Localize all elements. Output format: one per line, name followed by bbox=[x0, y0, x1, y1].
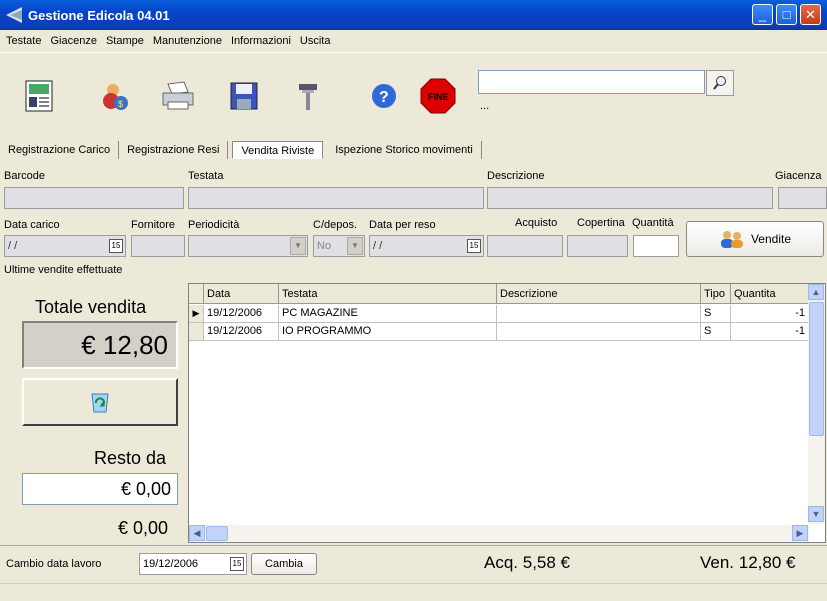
menu-testate[interactable]: Testate bbox=[6, 35, 41, 47]
quantita-field[interactable] bbox=[633, 235, 679, 257]
recycle-bin-icon bbox=[91, 393, 109, 413]
vertical-scroll-thumb[interactable] bbox=[809, 302, 824, 436]
table-row[interactable]: ▶ 19/12/2006 PC MAGAZINE S -1 bbox=[189, 305, 809, 323]
resto-value: € 0,00 bbox=[118, 518, 169, 538]
quantita-label: Quantità bbox=[632, 217, 674, 229]
table-row[interactable]: 19/12/2006 IO PROGRAMMO S -1 bbox=[189, 323, 809, 341]
data-carico-field[interactable]: / / 15 bbox=[4, 235, 126, 257]
people-money-icon[interactable]: $ bbox=[98, 78, 134, 114]
chevron-down-icon[interactable]: ▼ bbox=[347, 237, 363, 255]
menu-informazioni[interactable]: Informazioni bbox=[231, 35, 291, 47]
totale-vendita-label: Totale vendita bbox=[35, 297, 147, 317]
stop-fine-icon[interactable]: FINE bbox=[420, 78, 456, 114]
help-icon[interactable]: ? bbox=[366, 78, 402, 114]
svg-text:$: $ bbox=[118, 99, 123, 109]
row-pointer-icon: ▶ bbox=[189, 305, 204, 323]
giacenza-label: Giacenza bbox=[775, 170, 822, 182]
descrizione-field[interactable] bbox=[487, 187, 773, 209]
testata-field[interactable] bbox=[188, 187, 484, 209]
vendita-total: Ven. 12,80 € bbox=[700, 553, 796, 572]
barcode-field[interactable] bbox=[4, 187, 184, 209]
data-carico-label: Data carico bbox=[4, 219, 60, 231]
window-title: Gestione Edicola 04.01 bbox=[28, 7, 170, 23]
people-icon bbox=[720, 231, 743, 248]
descrizione-label: Descrizione bbox=[487, 170, 545, 182]
app-icon bbox=[6, 7, 22, 23]
tab-registrazione-resi[interactable]: Registrazione Resi bbox=[119, 141, 229, 159]
tools-icon[interactable] bbox=[290, 78, 326, 114]
cambia-button[interactable]: Cambia bbox=[251, 553, 317, 575]
col-testata[interactable]: Testata bbox=[279, 284, 497, 304]
tab-registrazione-carico[interactable]: Registrazione Carico bbox=[0, 141, 120, 159]
title-bar: Gestione Edicola 04.01 bbox=[0, 0, 827, 30]
work-date-field[interactable]: 19/12/2006 15 bbox=[139, 553, 247, 575]
horizontal-scrollbar[interactable]: ◀ ▶ bbox=[189, 525, 809, 542]
totale-vendita-value: € 12,80 bbox=[22, 321, 178, 369]
col-descrizione[interactable]: Descrizione bbox=[497, 284, 701, 304]
calendar-icon[interactable]: 15 bbox=[467, 239, 481, 253]
col-data[interactable]: Data bbox=[204, 284, 279, 304]
cdepos-label: C/depos. bbox=[313, 219, 358, 231]
ultime-vendite-label: Ultime vendite effettuate bbox=[4, 264, 123, 276]
clear-sale-button[interactable] bbox=[22, 378, 178, 426]
calendar-icon[interactable]: 15 bbox=[109, 239, 123, 253]
menu-manutenzione[interactable]: Manutenzione bbox=[153, 35, 222, 47]
vertical-scrollbar[interactable]: ▲ ▼ bbox=[808, 284, 825, 524]
horizontal-scroll-thumb[interactable] bbox=[206, 526, 228, 541]
vendite-button[interactable]: Vendite bbox=[686, 221, 824, 257]
menu-bar: Testate Giacenze Stampe Manutenzione Inf… bbox=[0, 30, 827, 52]
chevron-down-icon[interactable]: ▼ bbox=[290, 237, 306, 255]
cdepos-select[interactable]: No ▼ bbox=[313, 235, 365, 257]
periodicita-label: Periodicità bbox=[188, 219, 240, 231]
tab-bar: Registrazione Carico Registrazione Resi … bbox=[0, 138, 482, 162]
printer-icon[interactable] bbox=[160, 78, 196, 114]
menu-giacenze[interactable]: Giacenze bbox=[50, 35, 96, 47]
calendar-icon[interactable]: 15 bbox=[230, 557, 244, 571]
row-header-corner bbox=[189, 284, 204, 304]
col-quantita[interactable]: Quantita bbox=[731, 284, 809, 304]
giacenza-field[interactable] bbox=[778, 187, 827, 209]
acquisto-total: Acq. 5,58 € bbox=[484, 553, 571, 572]
fornitore-field[interactable] bbox=[131, 235, 185, 257]
acquisto-field[interactable] bbox=[487, 235, 563, 257]
minimize-button[interactable]: _ bbox=[752, 4, 773, 25]
toolbar-divider bbox=[0, 52, 827, 53]
search-input[interactable] bbox=[478, 70, 705, 94]
svg-text:?: ? bbox=[379, 89, 389, 106]
tab-ispezione-storico[interactable]: Ispezione Storico movimenti bbox=[327, 141, 482, 159]
search-hint: ... bbox=[480, 100, 490, 112]
data-reso-field[interactable]: / / 15 bbox=[369, 235, 484, 257]
fornitore-label: Fornitore bbox=[131, 219, 176, 231]
close-button[interactable]: ✕ bbox=[800, 4, 821, 25]
newspaper-icon[interactable] bbox=[22, 78, 58, 114]
menu-stampe[interactable]: Stampe bbox=[106, 35, 144, 47]
maximize-button[interactable]: □ bbox=[776, 4, 797, 25]
cambio-data-label: Cambio data lavoro bbox=[6, 558, 102, 570]
tab-vendita-riviste[interactable]: Vendita Riviste bbox=[232, 141, 324, 159]
search-icon bbox=[713, 76, 726, 90]
barcode-label: Barcode bbox=[4, 170, 45, 182]
status-bar bbox=[0, 583, 827, 601]
sales-grid[interactable]: Data Testata Descrizione Tipo Quantita ▶… bbox=[188, 283, 826, 543]
scroll-right-icon[interactable]: ▶ bbox=[792, 525, 808, 541]
menu-uscita[interactable]: Uscita bbox=[300, 35, 331, 47]
col-tipo[interactable]: Tipo bbox=[701, 284, 731, 304]
testata-label: Testata bbox=[188, 170, 224, 182]
data-reso-label: Data per reso bbox=[369, 219, 436, 231]
svg-text:FINE: FINE bbox=[428, 92, 449, 102]
scroll-down-icon[interactable]: ▼ bbox=[808, 506, 824, 522]
save-icon[interactable] bbox=[226, 78, 262, 114]
search-button[interactable] bbox=[706, 70, 734, 96]
periodicita-select[interactable]: ▼ bbox=[188, 235, 308, 257]
acquisto-label: Acquisto bbox=[515, 217, 558, 229]
resto-input[interactable]: € 0,00 bbox=[22, 473, 178, 505]
resto-label: Resto da bbox=[94, 448, 167, 468]
scroll-up-icon[interactable]: ▲ bbox=[808, 284, 824, 300]
copertina-field[interactable] bbox=[567, 235, 628, 257]
scroll-left-icon[interactable]: ◀ bbox=[189, 525, 205, 541]
copertina-label: Copertina bbox=[577, 217, 625, 229]
